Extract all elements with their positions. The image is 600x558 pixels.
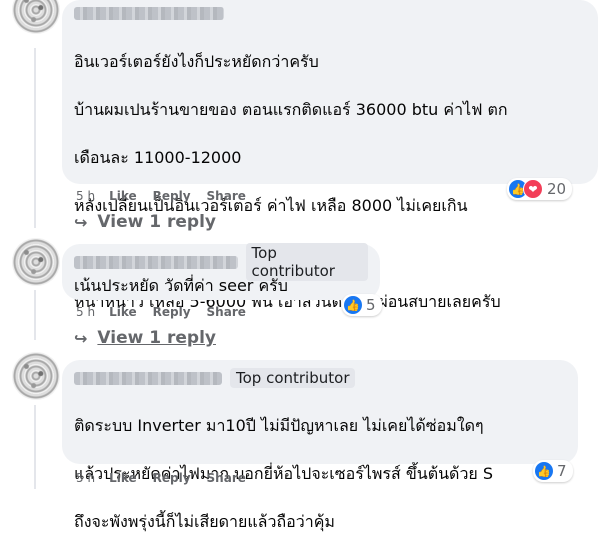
reply-button[interactable]: Reply xyxy=(153,189,191,203)
comment-actions: 5 h Like Reply Share xyxy=(76,471,262,485)
reactions-count: 7 xyxy=(557,462,567,480)
author-name[interactable] xyxy=(74,371,222,385)
like-button[interactable]: Like xyxy=(109,471,137,485)
timestamp[interactable]: 5 h xyxy=(76,189,95,203)
like-button[interactable]: Like xyxy=(109,189,137,203)
author-name[interactable] xyxy=(74,6,224,20)
reactions-badge[interactable]: 👍 ❤ 20 xyxy=(507,178,573,200)
like-button[interactable]: Like xyxy=(109,305,137,319)
reactions-badge[interactable]: 👍 7 xyxy=(533,460,573,482)
like-reaction-icon: 👍 xyxy=(344,296,362,314)
view-replies-link[interactable]: ↪ View 1 reply xyxy=(74,212,216,232)
reply-button[interactable]: Reply xyxy=(153,305,191,319)
love-reaction-icon: ❤ xyxy=(523,179,543,199)
reply-arrow-icon: ↪ xyxy=(74,328,88,348)
avatar[interactable] xyxy=(12,352,60,400)
author-name[interactable] xyxy=(74,255,238,269)
view-replies-label: View 1 reply xyxy=(97,328,216,348)
reactions-badge[interactable]: 👍 5 xyxy=(342,294,382,316)
view-replies-label: View 1 reply xyxy=(97,212,216,232)
share-button[interactable]: Share xyxy=(207,471,246,485)
comment-actions: 5 h Like Reply Share xyxy=(76,189,262,203)
comment-bubble: Top contributor ติดระบบ Inverter มา10ปี … xyxy=(62,360,578,531)
comment-line: ถึงจะพังพรุ่งนี้ก็ไม่เสียดายแล้วถือว่าคุ… xyxy=(74,512,335,531)
comment-line: ติดระบบ Inverter มา10ปี ไม่มีปัญหาเลย ไม… xyxy=(74,416,484,435)
view-replies-link[interactable]: ↪ View 1 reply xyxy=(74,328,216,348)
comment-line: อินเวอร์เตอร์ยังไงก็ประหยัดกว่าครับ xyxy=(74,52,319,71)
thread-line xyxy=(34,405,36,489)
top-contributor-badge: Top contributor xyxy=(230,368,356,388)
timestamp[interactable]: 5 h xyxy=(76,305,95,319)
avatar[interactable] xyxy=(12,0,60,34)
author-row: Top contributor xyxy=(74,243,368,281)
comment-line: บ้านผมเปนร้านขายของ ตอนแรกติดแอร์ 36000 … xyxy=(74,100,508,119)
author-row: Top contributor xyxy=(74,368,566,388)
comment-actions: 5 h Like Reply Share xyxy=(76,305,262,319)
share-button[interactable]: Share xyxy=(207,305,246,319)
thread-line xyxy=(34,290,36,340)
share-button[interactable]: Share xyxy=(207,189,246,203)
timestamp[interactable]: 5 h xyxy=(76,471,95,485)
reply-arrow-icon: ↪ xyxy=(74,212,88,232)
author-row xyxy=(74,6,586,28)
comment-line: เดือนละ 11000-12000 xyxy=(74,148,242,167)
reactions-count: 5 xyxy=(366,296,376,314)
avatar[interactable] xyxy=(12,238,60,286)
thread-line xyxy=(34,48,36,228)
reply-button[interactable]: Reply xyxy=(153,471,191,485)
comment-bubble: Top contributor เน้นประหยัด วัดที่ค่า se… xyxy=(62,243,380,300)
comment-bubble: อินเวอร์เตอร์ยังไงก็ประหยัดกว่าครับ บ้าน… xyxy=(62,0,598,311)
reactions-count: 20 xyxy=(547,180,567,198)
like-reaction-icon: 👍 xyxy=(535,462,553,480)
